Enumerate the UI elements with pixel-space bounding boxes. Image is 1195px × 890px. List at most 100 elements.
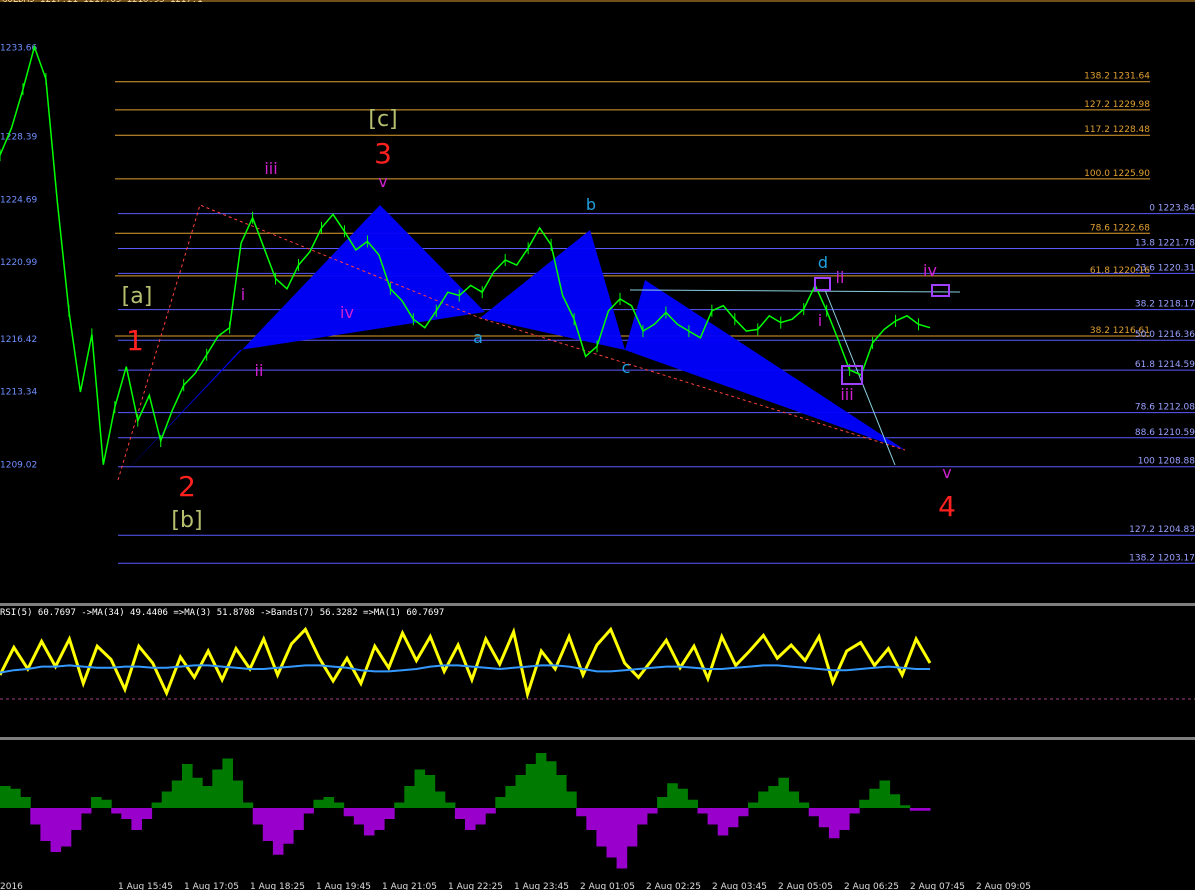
time-label: 1 Aug 23:45 (514, 882, 569, 890)
wave-label: 3 (374, 137, 392, 170)
histogram-bar (121, 808, 132, 819)
histogram-bar (293, 808, 304, 830)
histogram-bar (737, 808, 749, 817)
wave-label: iii (264, 159, 277, 178)
histogram-bar (384, 808, 395, 819)
histogram-bar (202, 786, 213, 808)
indicator-title: RSI(5) 60.7697 ->MA(34) 49.4406 =>MA(3) … (0, 608, 445, 618)
histogram-bar (171, 780, 183, 808)
wave-label: b (586, 195, 596, 214)
histogram-pane (0, 753, 931, 869)
histogram-bar (758, 791, 769, 808)
wave-label: [b] (171, 508, 202, 533)
histogram-bar (20, 797, 31, 808)
price-axis-label: 1233.66 (0, 44, 37, 54)
histogram-bar (424, 775, 436, 808)
fib-label-upper: 78.6 1222.68 (1090, 223, 1150, 233)
time-label: 2 Aug 09:05 (976, 882, 1031, 890)
histogram-bar (10, 788, 21, 808)
histogram-bar (363, 808, 375, 836)
histogram-bar (606, 808, 618, 858)
chart-canvas: GOLDM5 1217.21 1217.63 1216.93 1217.1123… (0, 0, 1195, 890)
wave-marker-box (931, 284, 950, 297)
wave-label: 1 (126, 324, 144, 357)
histogram-bar (30, 808, 41, 825)
wave-label: ii (255, 361, 264, 380)
histogram-bar (212, 769, 223, 808)
histogram-bar (323, 797, 335, 808)
time-label: 2 Aug 03:45 (712, 882, 767, 890)
time-label: 1 Aug 18:25 (250, 882, 305, 890)
histogram-bar (151, 802, 163, 808)
histogram-bar (626, 808, 638, 847)
histogram-bar (828, 808, 840, 839)
histogram-bar (616, 808, 628, 869)
pane-separator[interactable] (0, 603, 1195, 606)
fib-label-lower: 138.2 1203.17 (1129, 553, 1195, 563)
time-label: 2 Aug 05:05 (778, 882, 833, 890)
histogram-bar (374, 808, 385, 830)
rsi-pane (0, 626, 1195, 700)
trend-line (824, 289, 896, 466)
histogram-bar (697, 808, 709, 814)
wave-label: 4 (938, 490, 956, 523)
histogram-bar (667, 783, 678, 808)
fib-label-lower: 100 1208.88 (1138, 457, 1195, 467)
rsi-ma-line (0, 664, 930, 674)
fib-label-lower: 0 1223.84 (1149, 204, 1195, 214)
histogram-bar (272, 808, 284, 855)
time-axis: 2016 1 Aug 15:45 1 Aug 17:05 1 Aug 18:25 1 A… (0, 882, 1031, 890)
wave-label: iii (840, 385, 853, 404)
histogram-bar (182, 764, 193, 808)
histogram-bar (101, 799, 112, 808)
price-axis-label: 1216.42 (0, 335, 37, 345)
fib-label-lower: 13.8 1221.78 (1135, 239, 1195, 249)
histogram-bar (889, 794, 901, 808)
histogram-bar (40, 808, 51, 841)
histogram-bar (222, 758, 233, 808)
histogram-bar (899, 805, 911, 808)
time-label: 1 Aug 22:25 (448, 882, 503, 890)
time-label: 2 Aug 01:05 (580, 882, 635, 890)
wave-label: a (473, 328, 483, 347)
histogram-bar (161, 791, 173, 808)
fib-label-lower: 23.6 1220.31 (1135, 263, 1195, 273)
wave-label: iv (923, 261, 937, 280)
histogram-bar (788, 791, 800, 808)
price-axis-label: 1209.02 (0, 460, 37, 470)
histogram-bar (313, 799, 324, 808)
time-label: 2 Aug 07:45 (910, 882, 965, 890)
price-axis-label: 1220.99 (0, 258, 37, 268)
fib-label-lower: 88.6 1210.59 (1135, 428, 1195, 438)
histogram-bar (647, 808, 658, 814)
histogram-bar (859, 799, 870, 808)
time-label: 1 Aug 15:45 (118, 882, 173, 890)
histogram-bar (566, 791, 577, 808)
histogram-bar (505, 786, 516, 808)
histogram-bar (778, 777, 789, 808)
wave-label: c (622, 358, 631, 377)
wave-label: iv (340, 303, 354, 322)
wave-label: i (241, 285, 245, 304)
histogram-bar (262, 808, 274, 841)
histogram-bar (596, 808, 607, 847)
rsi-line (0, 626, 932, 700)
histogram-bar (576, 808, 587, 817)
projection-line (117, 204, 906, 481)
histogram-bar (465, 808, 476, 830)
histogram-bar (353, 808, 365, 825)
wave-label: d (818, 253, 828, 272)
histogram-bar (70, 808, 82, 830)
histogram-bar (303, 808, 314, 814)
fib-label-upper: 127.2 1229.98 (1084, 100, 1150, 110)
time-label: 1 Aug 19:45 (316, 882, 371, 890)
histogram-bar (839, 808, 850, 830)
fib-label-lower: 38.2 1218.17 (1135, 300, 1195, 310)
time-label: 2 Aug 02:25 (646, 882, 701, 890)
pane-separator[interactable] (0, 737, 1195, 740)
histogram-bar (343, 808, 355, 817)
histogram-bar (657, 797, 668, 808)
histogram-bar (869, 788, 880, 808)
histogram-bar (283, 808, 294, 844)
histogram-bar (252, 808, 264, 825)
